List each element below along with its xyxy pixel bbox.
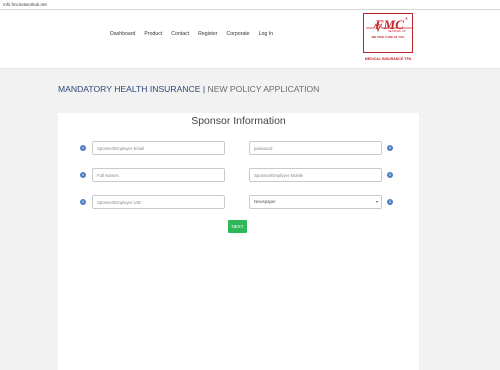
nav-product[interactable]: Product — [144, 31, 162, 37]
address-bar[interactable]: mhi.fmcnetworkuk.net — [0, 0, 500, 10]
sponsor-email-input[interactable] — [92, 141, 225, 155]
next-button[interactable]: NEXT — [228, 220, 247, 233]
source-select[interactable]: Newspaper ▾ — [249, 195, 382, 209]
logo-caption: MEDICAL INSURANCE TPA — [364, 57, 412, 61]
info-icon[interactable]: i — [387, 172, 393, 178]
page-title: MANDATORY HEALTH INSURANCE | NEW POLICY … — [58, 84, 319, 94]
full-names-input[interactable] — [92, 168, 225, 182]
info-icon[interactable]: i — [387, 145, 393, 151]
fmc-logo[interactable]: FMC ® NETWORK UK WE TAKE CARE OF YOU — [363, 13, 413, 53]
main-nav: Dashboard Product Contact Register Corpo… — [110, 31, 282, 37]
logo-registered: ® — [405, 16, 408, 21]
sponsor-uid-input[interactable] — [92, 195, 225, 209]
info-icon[interactable]: i — [80, 172, 86, 178]
nav-corporate[interactable]: Corporate — [227, 31, 250, 37]
chevron-down-icon: ▾ — [375, 199, 378, 204]
info-icon[interactable]: i — [387, 199, 393, 205]
nav-dashboard[interactable]: Dashboard — [110, 31, 135, 37]
page-title-main: MANDATORY HEALTH INSURANCE — [58, 84, 201, 94]
logo-tagline: WE TAKE CARE OF YOU — [371, 35, 405, 39]
sponsor-mobile-input[interactable] — [249, 168, 382, 182]
page-title-sub: NEW POLICY APPLICATION — [207, 84, 320, 94]
source-selected-value: Newspaper — [254, 199, 276, 204]
logo-subtitle: NETWORK UK — [388, 30, 406, 33]
password-input[interactable] — [249, 141, 382, 155]
nav-register[interactable]: Register — [198, 31, 217, 37]
info-icon[interactable]: i — [80, 199, 86, 205]
sponsor-form-panel: Sponsor Information i i i i i Newspaper … — [58, 113, 419, 370]
site-header: Dashboard Product Contact Register Corpo… — [0, 10, 500, 69]
form-title: Sponsor Information — [191, 115, 286, 127]
nav-login[interactable]: Log In — [259, 31, 273, 37]
info-icon[interactable]: i — [80, 145, 86, 151]
nav-contact[interactable]: Contact — [171, 31, 189, 37]
